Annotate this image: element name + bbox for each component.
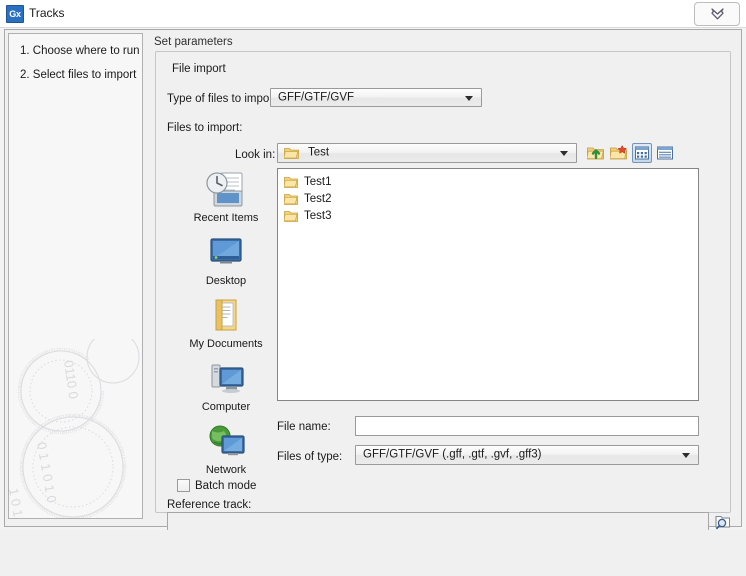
file-name-label: Test3 xyxy=(304,210,332,222)
place-label: Computer xyxy=(201,401,251,413)
batch-mode-label: Batch mode xyxy=(195,480,257,492)
step-item-select-files-to-import[interactable]: 2. Select files to import xyxy=(20,69,136,81)
file-name-label-static: File name: xyxy=(277,421,331,433)
file-import-group: File import Type of files to import: GFF… xyxy=(155,51,731,533)
steps-panel: 1. Choose where to run 2. Select files t… xyxy=(8,33,143,519)
dialog-content: 1. Choose where to run 2. Select files t… xyxy=(4,29,742,533)
list-view-button[interactable] xyxy=(632,143,652,163)
look-in-combo[interactable]: Test xyxy=(277,143,577,163)
new-folder-button[interactable] xyxy=(609,143,629,163)
place-label: My Documents xyxy=(189,338,263,350)
place-item-computer[interactable]: Computer xyxy=(177,359,275,413)
chevron-down-icon xyxy=(682,453,690,458)
tracks-import-dialog: Gx Tracks 1. Choose where to run 2. Sele… xyxy=(0,0,746,576)
batch-mode-checkbox[interactable] xyxy=(177,479,190,492)
place-label: Desktop xyxy=(205,275,247,287)
reference-track-label: Reference track: xyxy=(167,499,252,511)
details-view-button[interactable] xyxy=(655,143,675,163)
file-list[interactable]: Test1 Test2 Test3 xyxy=(277,168,699,401)
up-one-level-icon xyxy=(587,147,604,160)
list-view-icon xyxy=(635,146,649,160)
type-of-files-value: GFF/GTF/GVF xyxy=(278,90,355,103)
recent-items-icon xyxy=(206,172,243,207)
files-of-type-label: Files of type: xyxy=(277,451,343,463)
file-name-label: Test1 xyxy=(304,176,332,188)
window-title: Tracks xyxy=(29,6,65,20)
place-item-my-documents[interactable]: My Documents xyxy=(177,296,275,350)
chevron-down-icon xyxy=(560,151,568,156)
gx-app-icon: Gx xyxy=(6,5,24,23)
files-to-import-label: Files to import: xyxy=(167,122,243,134)
step-item-choose-where-to-run[interactable]: 1. Choose where to run xyxy=(20,45,140,57)
place-item-recent-items[interactable]: Recent Items xyxy=(177,170,275,224)
folder-icon xyxy=(284,194,298,205)
folder-icon xyxy=(284,148,299,159)
places-bar: Recent Items Desktop My Documents Comput… xyxy=(177,170,275,476)
close-button[interactable] xyxy=(694,2,740,26)
look-in-value: Test xyxy=(308,146,330,159)
svg-text:011010010110111001100110011011: 0110100101101110011001100110111101110010… xyxy=(17,347,105,435)
place-label: Recent Items xyxy=(193,212,259,224)
close-icon xyxy=(710,8,724,20)
file-import-group-title: File import xyxy=(168,63,230,75)
look-in-label: Look in: xyxy=(235,149,276,161)
files-of-type-combo[interactable]: GFF/GTF/GVF (.gff, .gtf, .gvf, .gff3) xyxy=(355,445,699,465)
file-name-label: Test2 xyxy=(304,193,332,205)
browse-folder-search-icon xyxy=(715,516,730,530)
folder-icon xyxy=(284,177,298,188)
svg-text:010000100100100101001111010011: 0100001001001001010011110100110001001111… xyxy=(8,339,127,519)
svg-text:0110 0: 0110 0 xyxy=(61,359,81,400)
details-view-icon xyxy=(657,146,673,160)
up-one-level-button[interactable] xyxy=(586,143,606,163)
type-of-files-label: Type of files to import: xyxy=(167,93,280,105)
place-item-desktop[interactable]: Desktop xyxy=(177,233,275,287)
title-bar: Gx Tracks xyxy=(0,0,746,28)
computer-icon xyxy=(211,364,244,393)
svg-text:1 0 1 1 0 0: 1 0 1 1 0 0 xyxy=(8,487,31,519)
binary-spiral-watermark: 0110 0 0 1 1 0 1 0 1 0 1 1 0 0 011010010… xyxy=(8,339,140,519)
svg-text:0 1 1 0 1 0: 0 1 1 0 1 0 xyxy=(34,441,59,504)
files-of-type-value: GFF/GTF/GVF (.gff, .gtf, .gvf, .gff3) xyxy=(363,448,542,461)
place-item-network[interactable]: Network xyxy=(177,422,275,476)
footer-button-bar: ? Previous Next Fin xyxy=(0,530,746,576)
desktop-icon xyxy=(210,238,242,264)
file-name-input[interactable] xyxy=(355,416,699,436)
reference-track-browse-button[interactable] xyxy=(714,513,732,531)
chevron-down-icon xyxy=(465,95,473,101)
place-label: Network xyxy=(205,464,247,476)
parameters-panel: Set parameters File import Type of files… xyxy=(149,33,737,533)
network-icon xyxy=(209,425,245,456)
type-of-files-combo[interactable]: GFF/GTF/GVF xyxy=(270,88,482,107)
set-parameters-title: Set parameters xyxy=(154,36,233,48)
folder-icon xyxy=(284,211,298,222)
my-documents-icon xyxy=(215,299,237,331)
new-folder-icon xyxy=(610,144,627,160)
